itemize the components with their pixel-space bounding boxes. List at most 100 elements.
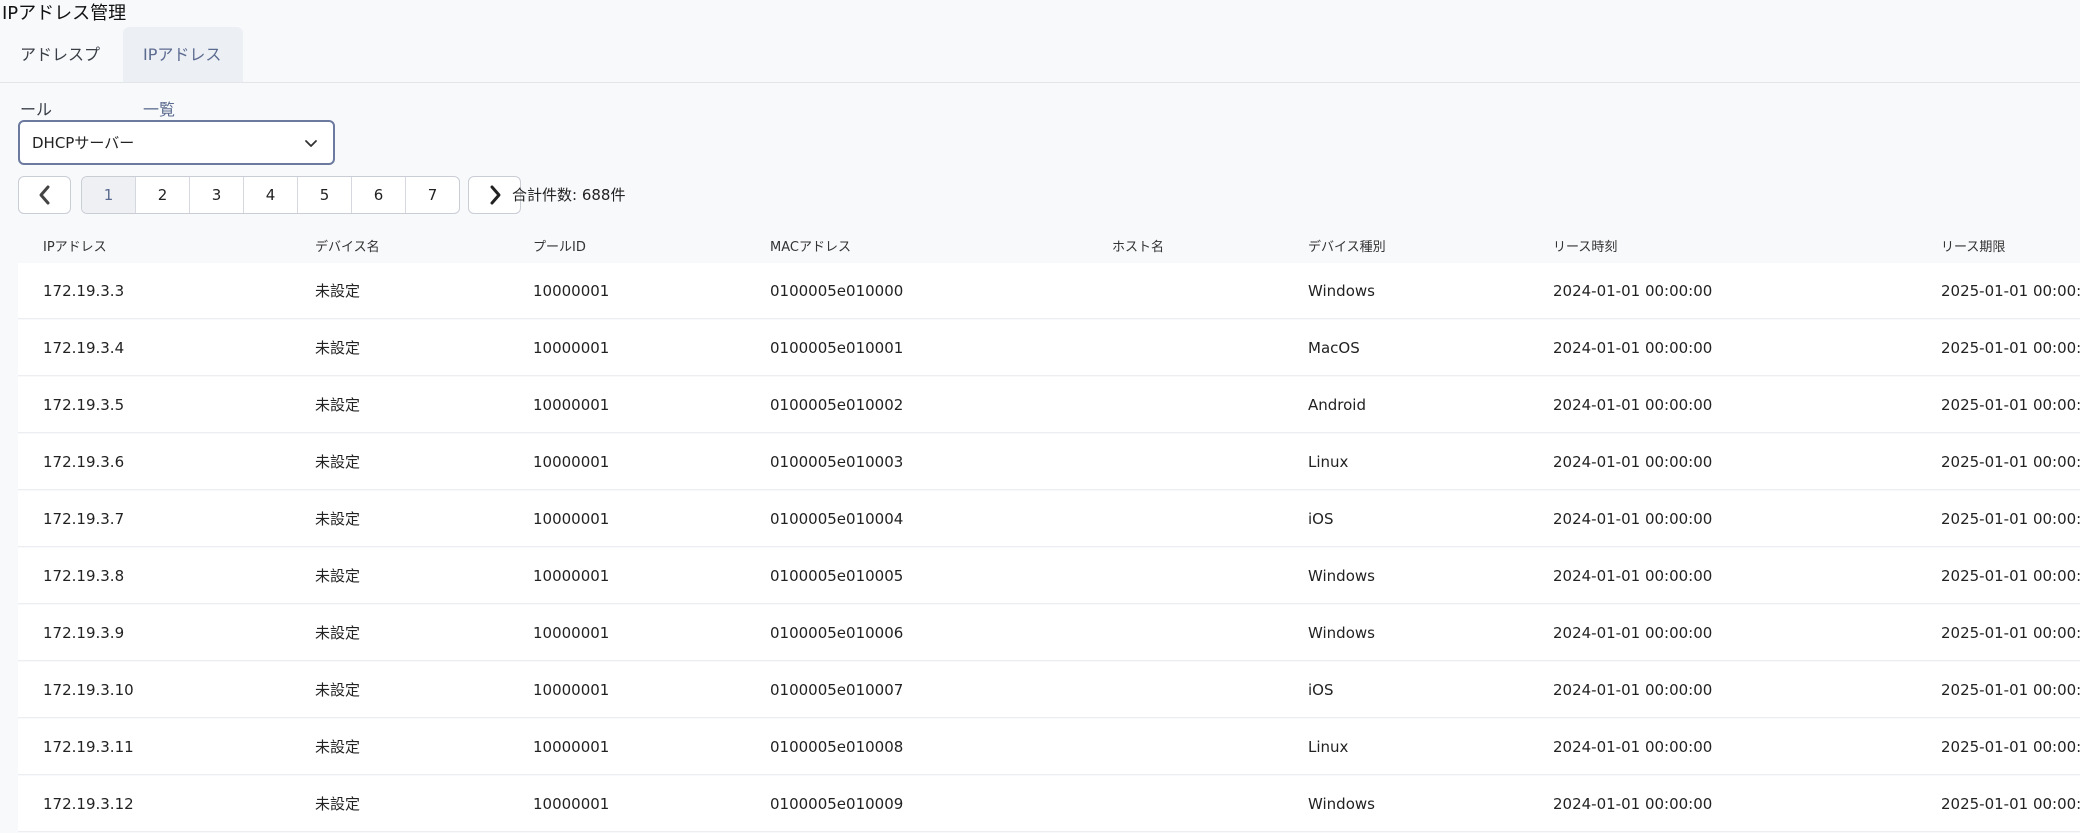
chevron-right-icon xyxy=(490,185,500,205)
table-row[interactable]: 172.19.3.6 未設定 10000001 0100005e010003 Linux… xyxy=(18,434,2080,490)
cell-device-type: Windows xyxy=(1308,281,1375,300)
cell-device-name: 未設定 xyxy=(315,510,361,528)
cell-pool-id: 10000001 xyxy=(533,623,610,642)
cell-device-type: Linux xyxy=(1308,452,1349,471)
cell-mac-address: 0100005e010004 xyxy=(770,509,904,528)
cell-mac-address: 0100005e010003 xyxy=(770,452,904,471)
table-row[interactable]: 172.19.3.8 未設定 10000001 0100005e010005 Windo… xyxy=(18,548,2080,604)
server-select-value: DHCPサーバー xyxy=(32,134,135,152)
pagination: 1 2 3 4 5 6 7 xyxy=(18,175,521,215)
cell-ip-address: 172.19.3.10 xyxy=(43,680,134,699)
cell-device-name: 未設定 xyxy=(315,453,361,471)
table-row[interactable]: 172.19.3.3 未設定 10000001 0100005e010000 Windo… xyxy=(18,263,2080,319)
table-row[interactable]: 172.19.3.10 未設定 10000001 0100005e010007 iOS 2… xyxy=(18,662,2080,718)
column-header-lease-time[interactable]: リース時刻 xyxy=(1553,236,1617,255)
cell-ip-address: 172.19.3.6 xyxy=(43,452,125,471)
column-header-device-type[interactable]: デバイス種別 xyxy=(1308,236,1386,255)
column-header-lease-expiry[interactable]: リース期限 xyxy=(1941,236,2005,255)
cell-device-name: 未設定 xyxy=(315,795,361,813)
cell-mac-address: 0100005e010005 xyxy=(770,566,904,585)
cell-pool-id: 10000001 xyxy=(533,794,610,813)
cell-lease-time: 2024-01-01 00:00:00 xyxy=(1553,452,1713,471)
cell-ip-address: 172.19.3.7 xyxy=(43,509,125,528)
table-row[interactable]: 172.19.3.5 未設定 10000001 0100005e010002 Andro… xyxy=(18,377,2080,433)
page-button-7[interactable]: 7 xyxy=(406,177,459,213)
cell-mac-address: 0100005e010001 xyxy=(770,338,904,357)
cell-pool-id: 10000001 xyxy=(533,680,610,699)
cell-device-name: 未設定 xyxy=(315,681,361,699)
ip-address-table: IPアドレス デバイス名 プールID MACアドレス ホスト名 デバイス種別 リ… xyxy=(18,228,2080,833)
page-button-1[interactable]: 1 xyxy=(82,177,136,213)
cell-lease-time: 2024-01-01 00:00:00 xyxy=(1553,338,1713,357)
cell-device-type: iOS xyxy=(1308,509,1334,528)
cell-lease-time: 2024-01-01 00:00:00 xyxy=(1553,281,1713,300)
cell-lease-time: 2024-01-01 00:00:00 xyxy=(1553,680,1713,699)
tab-ip-address-list[interactable]: IPアドレス一覧 xyxy=(123,27,243,119)
cell-ip-address: 172.19.3.12 xyxy=(43,794,134,813)
cell-device-name: 未設定 xyxy=(315,624,361,642)
cell-pool-id: 10000001 xyxy=(533,281,610,300)
cell-lease-expiry: 2025-01-01 00:00:00 xyxy=(1941,395,2080,414)
cell-mac-address: 0100005e010007 xyxy=(770,680,904,699)
cell-pool-id: 10000001 xyxy=(533,509,610,528)
cell-lease-time: 2024-01-01 00:00:00 xyxy=(1553,794,1713,813)
tab-address-pool[interactable]: アドレスプール xyxy=(0,27,123,119)
table-row[interactable]: 172.19.3.9 未設定 10000001 0100005e010006 Windo… xyxy=(18,605,2080,661)
chevron-down-icon xyxy=(305,140,317,147)
cell-device-type: Windows xyxy=(1308,566,1375,585)
cell-pool-id: 10000001 xyxy=(533,452,610,471)
cell-lease-expiry: 2025-01-01 00:00:00 xyxy=(1941,737,2080,756)
page-title: IPアドレス管理 xyxy=(2,3,127,24)
table-row[interactable]: 172.19.3.12 未設定 10000001 0100005e010009 Wind… xyxy=(18,776,2080,832)
cell-device-type: Linux xyxy=(1308,737,1349,756)
cell-pool-id: 10000001 xyxy=(533,737,610,756)
cell-lease-time: 2024-01-01 00:00:00 xyxy=(1553,509,1713,528)
page-button-5[interactable]: 5 xyxy=(298,177,352,213)
column-header-mac-address[interactable]: MACアドレス xyxy=(770,236,851,255)
cell-device-type: Android xyxy=(1308,395,1366,414)
cell-ip-address: 172.19.3.3 xyxy=(43,281,125,300)
page-button-3[interactable]: 3 xyxy=(190,177,244,213)
table-header: IPアドレス デバイス名 プールID MACアドレス ホスト名 デバイス種別 リ… xyxy=(18,228,2080,263)
cell-device-type: iOS xyxy=(1308,680,1334,699)
cell-ip-address: 172.19.3.9 xyxy=(43,623,125,642)
column-header-ip-address[interactable]: IPアドレス xyxy=(43,236,107,255)
column-header-pool-id[interactable]: プールID xyxy=(533,236,586,255)
cell-pool-id: 10000001 xyxy=(533,395,610,414)
cell-pool-id: 10000001 xyxy=(533,566,610,585)
chevron-left-icon xyxy=(39,185,49,205)
column-header-device-name[interactable]: デバイス名 xyxy=(315,236,380,255)
column-header-host-name[interactable]: ホスト名 xyxy=(1112,236,1164,255)
cell-lease-expiry: 2025-01-01 00:00:00 xyxy=(1941,281,2080,300)
table-row[interactable]: 172.19.3.11 未設定 10000001 0100005e010008 Linu… xyxy=(18,719,2080,775)
cell-lease-expiry: 2025-01-01 00:00:00 xyxy=(1941,452,2080,471)
cell-ip-address: 172.19.3.8 xyxy=(43,566,125,585)
cell-mac-address: 0100005e010000 xyxy=(770,281,904,300)
prev-page-button[interactable] xyxy=(18,176,71,214)
cell-ip-address: 172.19.3.5 xyxy=(43,395,125,414)
cell-pool-id: 10000001 xyxy=(533,338,610,357)
page-button-4[interactable]: 4 xyxy=(244,177,298,213)
table-row[interactable]: 172.19.3.7 未設定 10000001 0100005e010004 iOS 20… xyxy=(18,491,2080,547)
cell-device-name: 未設定 xyxy=(315,339,361,357)
cell-device-name: 未設定 xyxy=(315,738,361,756)
cell-lease-time: 2024-01-01 00:00:00 xyxy=(1553,623,1713,642)
total-count: 合計件数: 688件 xyxy=(512,186,626,204)
cell-lease-expiry: 2025-01-01 00:00:00 xyxy=(1941,794,2080,813)
page-button-2[interactable]: 2 xyxy=(136,177,190,213)
page-number-group: 1 2 3 4 5 6 7 xyxy=(81,176,460,214)
cell-device-name: 未設定 xyxy=(315,282,361,300)
cell-lease-time: 2024-01-01 00:00:00 xyxy=(1553,566,1713,585)
cell-ip-address: 172.19.3.4 xyxy=(43,338,125,357)
cell-mac-address: 0100005e010008 xyxy=(770,737,904,756)
server-select[interactable]: DHCPサーバー xyxy=(18,120,335,165)
cell-lease-expiry: 2025-01-01 00:00:00 xyxy=(1941,338,2080,357)
cell-mac-address: 0100005e010002 xyxy=(770,395,904,414)
page-button-6[interactable]: 6 xyxy=(352,177,406,213)
cell-lease-expiry: 2025-01-01 00:00:00 xyxy=(1941,509,2080,528)
cell-lease-expiry: 2025-01-01 00:00:00 xyxy=(1941,566,2080,585)
table-row[interactable]: 172.19.3.4 未設定 10000001 0100005e010001 MacOS… xyxy=(18,320,2080,376)
cell-lease-expiry: 2025-01-01 00:00:00 xyxy=(1941,680,2080,699)
cell-lease-time: 2024-01-01 00:00:00 xyxy=(1553,395,1713,414)
cell-device-type: MacOS xyxy=(1308,338,1360,357)
